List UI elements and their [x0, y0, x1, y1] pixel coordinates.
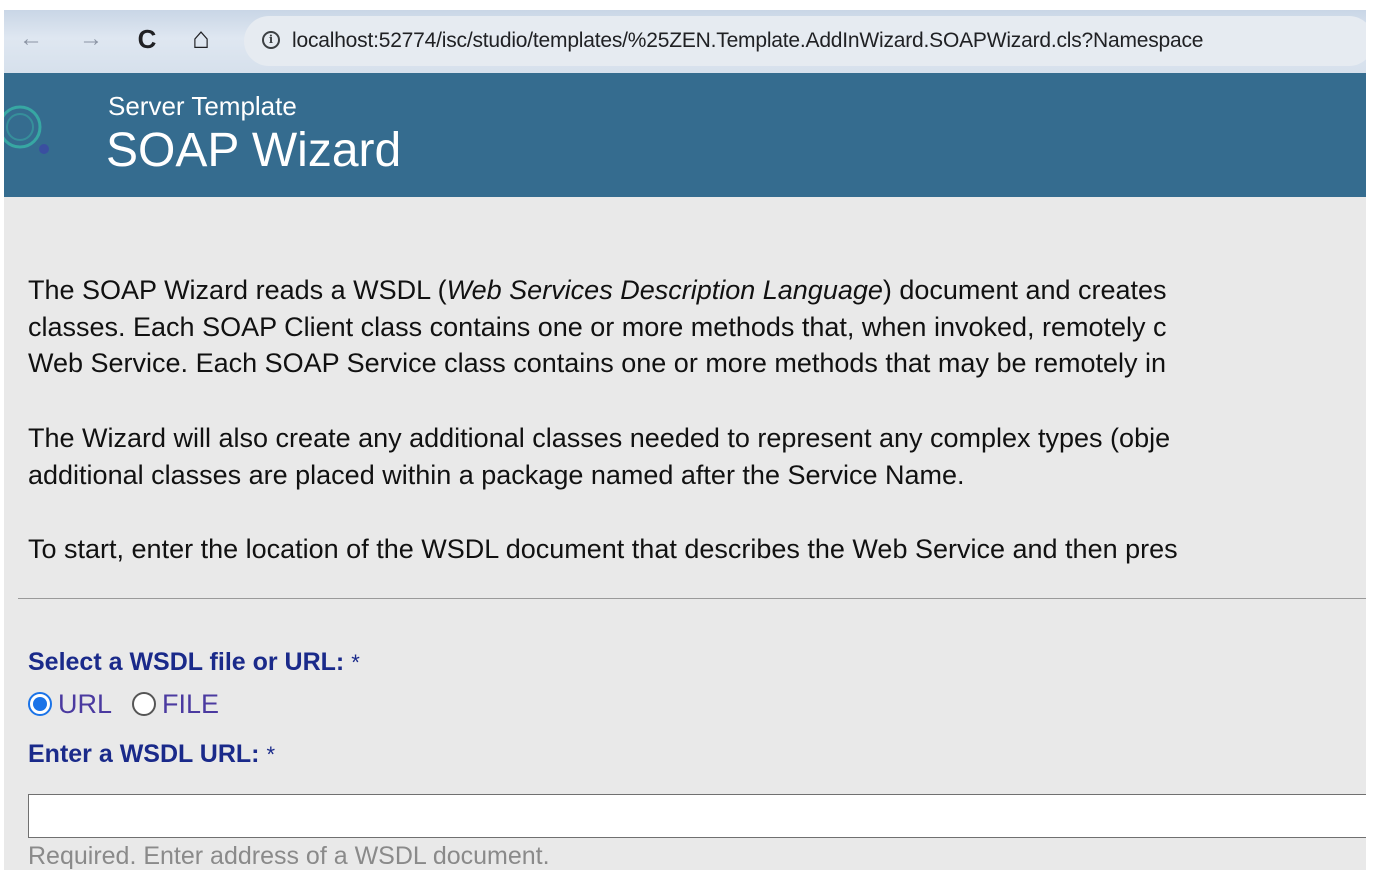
label-text: Select a WSDL file or URL:: [28, 648, 345, 676]
home-button[interactable]: ⌂: [186, 24, 216, 54]
site-info-icon[interactable]: i: [262, 31, 280, 49]
app-frame: ← → C ⌂ i localhost:52774/isc/studio/tem…: [4, 10, 1366, 870]
forward-arrow-icon: →: [79, 25, 103, 52]
wsdl-url-input[interactable]: [28, 794, 1366, 838]
header-subtitle: Server Template: [108, 91, 297, 121]
forward-button[interactable]: →: [76, 24, 106, 54]
emphasis-text: Web Services Description Language: [446, 275, 883, 305]
page-header: Server Template SOAP Wizard: [4, 73, 1366, 197]
radio-file-label[interactable]: FILE: [162, 689, 219, 720]
intro-line: classes. Each SOAP Client class contains…: [28, 311, 1167, 342]
app-logo-icon: [4, 105, 49, 154]
intro-line: The Wizard will also create any addition…: [28, 423, 1171, 453]
intro-line: additional classes are placed within a p…: [28, 459, 965, 490]
intro-paragraph-1: The SOAP Wizard reads a WSDL (Web Servic…: [28, 272, 1366, 382]
intro-paragraph-2: The Wizard will also create any addition…: [28, 420, 1366, 493]
page-title: SOAP Wizard: [106, 124, 402, 177]
browser-toolbar: ← → C ⌂ i localhost:52774/isc/studio/tem…: [4, 10, 1366, 73]
wsdl-url-hint: Required. Enter address of a WSDL docume…: [28, 842, 550, 870]
divider: [18, 598, 1366, 599]
text: The SOAP Wizard reads a WSDL (: [28, 275, 447, 305]
intro-line: Web Service. Each SOAP Service class con…: [28, 348, 1167, 378]
wsdl-source-radio-group: URL FILE: [28, 688, 239, 720]
intro-paragraph-3: To start, enter the location of the WSDL…: [28, 531, 1366, 568]
intro-line: To start, enter the location of the WSDL…: [28, 534, 1178, 564]
wizard-content: The SOAP Wizard reads a WSDL (Web Servic…: [4, 197, 1366, 870]
reload-button[interactable]: C: [132, 24, 162, 54]
home-icon: ⌂: [191, 22, 211, 55]
text: ) document and creates: [882, 275, 1167, 305]
required-marker: *: [351, 650, 360, 675]
required-marker: *: [266, 742, 276, 767]
radio-url-label[interactable]: URL: [58, 689, 112, 720]
radio-url[interactable]: [28, 692, 52, 716]
address-bar[interactable]: i localhost:52774/isc/studio/templates/%…: [244, 16, 1366, 66]
radio-file[interactable]: [132, 692, 157, 716]
wsdl-url-label: Enter a WSDL URL: *: [28, 740, 275, 769]
back-arrow-icon: ←: [19, 25, 43, 52]
wsdl-source-label: Select a WSDL file or URL: *: [28, 648, 360, 677]
intro-line: The SOAP Wizard reads a WSDL (Web Servic…: [28, 272, 1366, 309]
address-bar-url[interactable]: localhost:52774/isc/studio/templates/%25…: [292, 29, 1203, 53]
reload-icon: C: [137, 24, 157, 54]
label-text: Enter a WSDL URL:: [28, 740, 260, 768]
back-button[interactable]: ←: [16, 24, 46, 54]
